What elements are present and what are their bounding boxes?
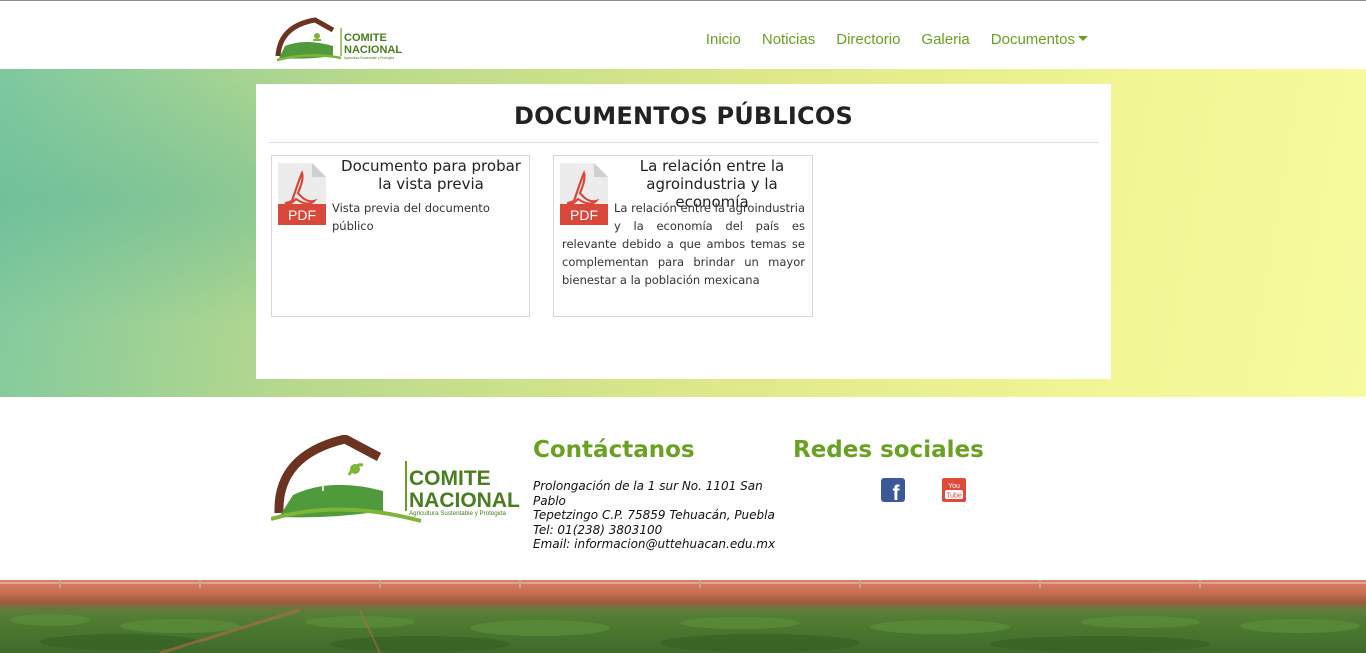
page-title: DOCUMENTOS PÚBLICOS (514, 102, 853, 130)
youtube-icon[interactable]: You Tube (942, 478, 966, 502)
crop-rows-decoration (10, 608, 1360, 653)
title-divider (268, 142, 1099, 143)
document-description-wrap: La relación entre la agroindustria y la … (562, 199, 805, 289)
logo-emblem-icon: COMITE NACIONAL Agricultura Sustentable … (270, 434, 520, 523)
nav-noticias[interactable]: Noticias (762, 31, 815, 48)
pdf-icon[interactable]: PDF (278, 163, 326, 225)
caret-down-icon (1078, 36, 1088, 41)
contact-phone: Tel: 01(238) 3803100 (533, 522, 663, 537)
main-nav: Inicio Noticias Directorio Galeria Docum… (685, 31, 1088, 48)
youtube-label-top: You (948, 483, 960, 490)
contact-email[interactable]: Email: informacion@uttehuacan.edu.mx (533, 537, 783, 552)
footer-logo-tagline: Agricultura Sustentable y Protegida (409, 510, 507, 517)
nav-documentos-dropdown[interactable]: Documentos (991, 31, 1088, 48)
social-heading: Redes sociales (793, 437, 984, 463)
contact-address-line2: Tepetzingo C.P. 75859 Tehuacán, Puebla (533, 508, 775, 522)
footer-logo: COMITE NACIONAL Agricultura Sustentable … (270, 434, 521, 523)
contact-address-line1: Prolongación de la 1 sur No. 1101 San Pa… (533, 479, 763, 508)
site-footer: COMITE NACIONAL Agricultura Sustentable … (0, 397, 1366, 580)
site-header: COMITE NACIONAL Agricultura Sustentable … (0, 0, 1366, 69)
nav-directorio[interactable]: Directorio (836, 31, 900, 48)
footer-logo-line1: COMITE (409, 467, 491, 490)
document-description: Vista previa del documento público (332, 201, 490, 233)
logo-line2: NACIONAL (344, 44, 402, 56)
pdf-icon-label: PDF (288, 207, 316, 223)
nav-inicio[interactable]: Inicio (706, 31, 741, 48)
nav-documentos-label: Documentos (990, 31, 1075, 48)
footer-logo-line2: NACIONAL (409, 489, 520, 512)
facebook-icon[interactable]: f (881, 478, 905, 505)
facebook-glyph: f (893, 482, 901, 502)
logo-emblem-icon: COMITE NACIONAL Agricultura Sustentable … (275, 17, 402, 62)
field-banner-image (0, 580, 1366, 653)
documents-panel: DOCUMENTOS PÚBLICOS PDF Documento para p… (256, 84, 1111, 379)
youtube-label-bottom: Tube (946, 493, 962, 500)
nav-galeria[interactable]: Galeria (921, 31, 969, 48)
document-card[interactable]: PDF La relación entre la agroindustria y… (553, 155, 813, 317)
logo-tagline: Agricultura Sustentable y Protegida (344, 56, 394, 60)
document-title[interactable]: Documento para probar la vista previa (336, 157, 526, 193)
contact-heading: Contáctanos (533, 437, 695, 463)
document-card[interactable]: PDF Documento para probar la vista previ… (271, 155, 530, 317)
contact-info: Prolongación de la 1 sur No. 1101 San Pa… (533, 479, 783, 552)
logo-line1: COMITE (344, 32, 387, 44)
site-logo[interactable]: COMITE NACIONAL Agricultura Sustentable … (275, 16, 405, 62)
